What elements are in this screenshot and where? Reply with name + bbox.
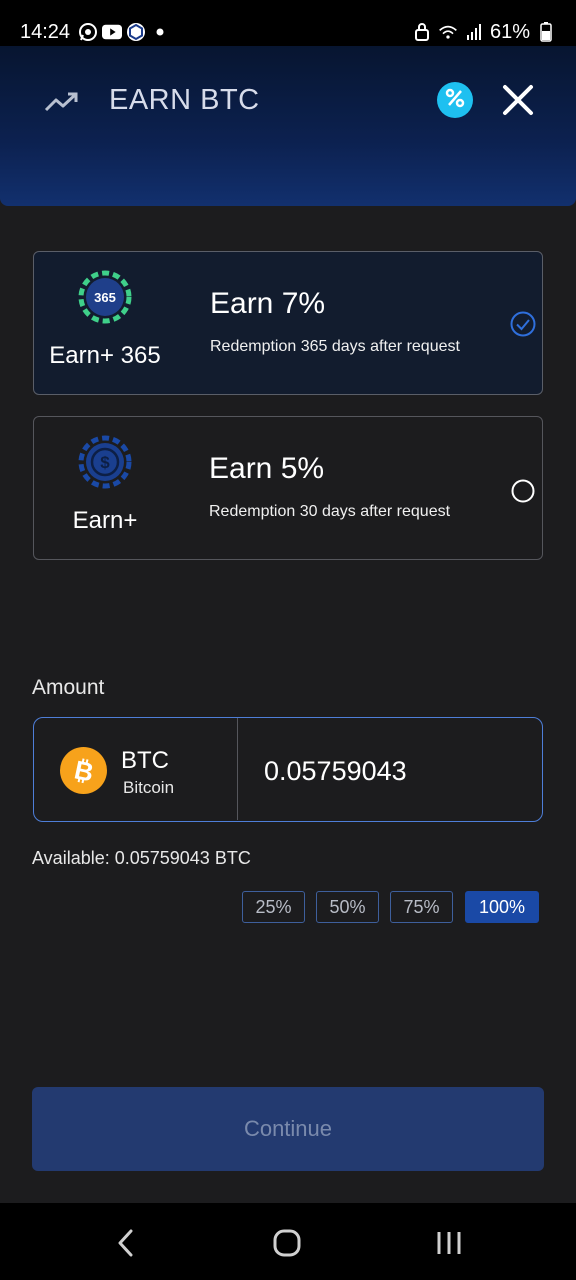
back-icon[interactable] (106, 1223, 146, 1263)
dollar-coin-icon: $ (78, 435, 132, 489)
radio-empty-icon[interactable] (510, 478, 536, 504)
checked-circle-icon[interactable] (510, 311, 536, 337)
youtube-icon (102, 22, 123, 42)
coin-name: Bitcoin (123, 778, 175, 797)
amount-field[interactable]: 0.05759043 (264, 756, 407, 787)
coin-selector[interactable]: B BTC Bitcoin (34, 718, 237, 820)
whatsapp-icon (78, 22, 98, 42)
earn-365-badge-icon: 365 (78, 270, 132, 324)
percent-badge-button[interactable] (437, 82, 473, 118)
dot-icon (150, 22, 170, 42)
notification-icons (78, 22, 170, 42)
trend-up-icon (44, 88, 80, 116)
option-card-earn-plus[interactable]: $ Earn+ Earn 5% Redemption 30 days after… (33, 416, 543, 560)
battery-percent: 61% (489, 20, 530, 43)
cronos-icon (126, 22, 146, 42)
option-rate: Earn 7% (210, 287, 326, 320)
percent-100-button[interactable]: 100% (465, 891, 539, 923)
option-card-earn-365[interactable]: 365 Earn+ 365 Earn 7% Redemption 365 day… (33, 251, 543, 395)
coin-symbol: BTC (121, 747, 169, 774)
option-rate: Earn 5% (209, 452, 325, 485)
bitcoin-icon: B (60, 747, 107, 794)
signal-icon (464, 22, 484, 42)
wifi-icon (438, 22, 458, 42)
divider (237, 718, 238, 820)
home-icon[interactable] (267, 1223, 307, 1263)
percent-badge-icon (443, 86, 467, 115)
lock-icon (412, 22, 432, 42)
amount-input-box: B BTC Bitcoin 0.05759043 (33, 717, 543, 822)
continue-button[interactable]: Continue (32, 1087, 544, 1171)
close-button[interactable] (500, 82, 536, 118)
available-balance: Available: 0.05759043 BTC (32, 848, 251, 868)
amount-label: Amount (32, 676, 105, 699)
option-description: Redemption 365 days after request (210, 338, 460, 355)
option-name: Earn+ 365 (49, 342, 161, 369)
option-description: Redemption 30 days after request (209, 503, 451, 520)
status-right: 61% (412, 21, 556, 44)
system-nav-bar (0, 1203, 576, 1280)
option-name: Earn+ (72, 507, 138, 534)
header: EARN BTC (0, 46, 576, 206)
svg-text:$: $ (100, 453, 110, 472)
page-title: EARN BTC (109, 84, 260, 116)
percent-50-button[interactable]: 50% (316, 891, 379, 923)
close-icon (500, 85, 536, 122)
percent-25-button[interactable]: 25% (242, 891, 305, 923)
status-time: 14:24 (20, 20, 71, 43)
percent-75-button[interactable]: 75% (390, 891, 453, 923)
earn-365-badge-text: 365 (94, 290, 116, 305)
recents-icon[interactable] (429, 1223, 469, 1263)
battery-icon (536, 22, 556, 42)
